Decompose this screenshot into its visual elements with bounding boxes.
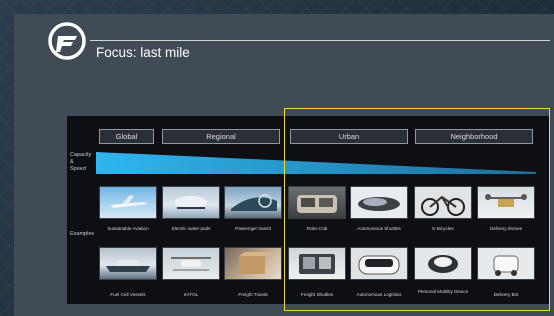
caption-electric-water-pods: Electric water pods <box>171 226 211 231</box>
header-rule <box>90 40 550 41</box>
thumb-fuel-cell-vessels <box>99 247 157 280</box>
last-mile-highlight-box <box>284 108 550 311</box>
caption-sustainable-aviation: Sustainable Aviation <box>107 226 149 231</box>
thumb-electric-water-pods <box>162 186 220 219</box>
caption-fuel-cell-vessels: Fuel Cell Vessels <box>110 292 146 297</box>
caption-evtol: eVTOL <box>183 292 199 297</box>
thumb-passenger-transit <box>224 186 282 219</box>
thumb-freight-transit <box>224 247 282 280</box>
slide-title: Focus: last mile <box>96 45 190 60</box>
scope-regional: Regional <box>162 129 280 144</box>
circle-f-logo-icon <box>48 22 86 60</box>
thumb-sustainable-aviation <box>99 186 157 219</box>
scope-global: Global <box>99 129 154 144</box>
caption-passenger-transit: Passenger transit <box>235 226 271 231</box>
thumb-evtol <box>162 247 220 280</box>
caption-freight-transit: Freight Transit <box>238 292 268 297</box>
row-label-examples: Examples <box>70 231 95 237</box>
row-label-capacity: Capacity & Speed <box>70 152 92 172</box>
